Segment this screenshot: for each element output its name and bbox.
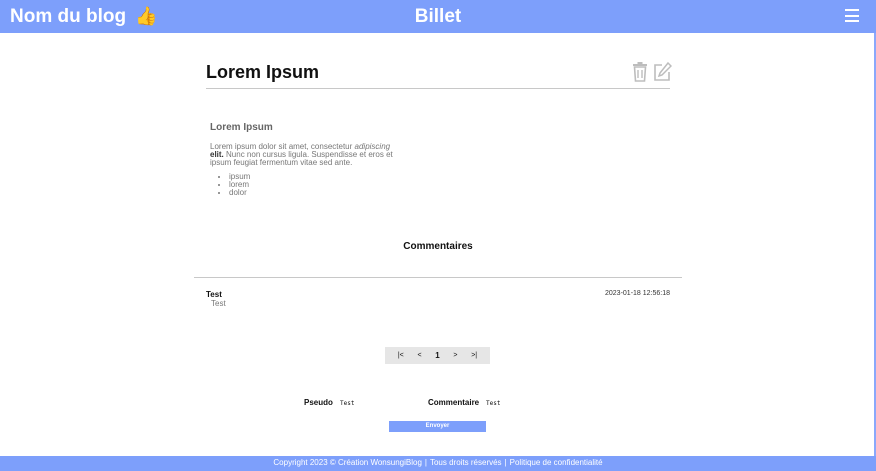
page-first-button[interactable]: |< [398,352,404,359]
footer-rights: Tous droits réservés [429,458,502,467]
trash-icon[interactable] [630,61,650,83]
content-text-end: Nunc non cursus ligula. Suspendisse et e… [210,150,393,167]
hamburger-menu-icon[interactable] [845,9,859,23]
privacy-link[interactable]: Politique de confidentialité [510,458,603,467]
page-last-button[interactable]: >| [471,352,477,359]
content-heading: Lorem Ipsum [210,122,273,133]
comments-divider [194,277,682,278]
pagination: |< < 1 > >| [385,347,490,364]
footer-separator: | [424,458,427,467]
post-title: Lorem Ipsum [206,62,320,82]
post-content: Lorem Ipsum Lorem ipsum dolor sit amet, … [210,122,400,197]
footer: Copyright 2023 © Création WonsungiBlog | T… [0,456,876,471]
pseudo-input[interactable] [340,398,420,408]
footer-separator: | [504,458,507,467]
page-title: Billet [414,6,462,27]
comment-input[interactable] [486,398,566,408]
comment-label: Commentaire [428,398,480,407]
list-item: ipsum [229,173,400,181]
footer-copyright: Copyright 2023 © Création WonsungiBlog [273,458,422,467]
comment-date: 2023-01-18 12:56:18 [605,290,670,297]
page: Nom du blog 👍 Billet Lorem Ipsum Lorem I… [0,0,876,471]
content-list: ipsum lorem dolor [229,173,400,197]
list-item: dolor [229,189,400,197]
list-item: lorem [229,181,400,189]
comment-text: Test [211,299,226,308]
comments-heading: Commentaires [403,241,473,252]
top-bar: Nom du blog 👍 Billet [0,0,876,33]
page-prev-button[interactable]: < [417,352,421,359]
title-divider [206,88,670,89]
pseudo-label: Pseudo [304,398,333,407]
page-current[interactable]: 1 [435,351,439,360]
submit-button[interactable]: Envoyer [389,421,486,432]
content-paragraph: Lorem ipsum dolor sit amet, consectetur … [210,143,400,167]
edit-icon[interactable] [652,61,673,83]
page-next-button[interactable]: > [453,352,457,359]
post-actions [630,61,673,83]
comment-author: Test [206,290,222,299]
